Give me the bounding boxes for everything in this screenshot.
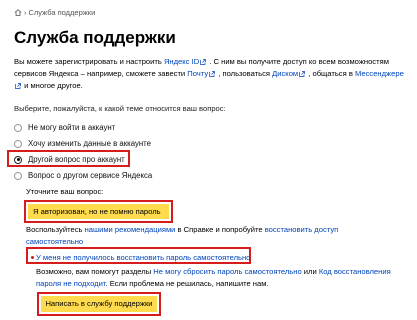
support-page: › Служба поддержки Служба поддержки Вы м… bbox=[0, 0, 417, 320]
messenger-link[interactable]: Мессенджере bbox=[355, 69, 404, 78]
advice-text: Воспользуйтесь нашими рекомендациями в С… bbox=[26, 224, 386, 248]
intro-text: Вы можете зарегистрировать и настроить Я… bbox=[14, 56, 406, 92]
second-select-option[interactable]: У меня не получилось восстановить пароль… bbox=[36, 252, 250, 264]
topic-option-label: Хочу изменить данные в аккаунте bbox=[28, 139, 152, 148]
intro-text-part: и многое другое. bbox=[22, 81, 83, 90]
external-link-icon bbox=[209, 71, 215, 77]
bullet-icon bbox=[31, 256, 34, 259]
external-link-icon bbox=[200, 59, 207, 65]
yandex-id-link[interactable]: Яндекс ID bbox=[164, 57, 199, 66]
cannot-reset-password-link[interactable]: Не могу сбросить пароль самостоятельно bbox=[153, 267, 301, 276]
submit-support-button[interactable]: Написать в службу поддержки bbox=[41, 296, 157, 312]
mail-link[interactable]: Почту bbox=[187, 69, 208, 78]
radio-button-checked[interactable] bbox=[14, 155, 22, 164]
clarify-select[interactable]: Я авторизован, но не помню пароль bbox=[28, 204, 169, 219]
intro-text-part: Вы можете зарегистрировать и настроить bbox=[14, 57, 164, 66]
disk-link[interactable]: Диском bbox=[272, 69, 298, 78]
intro-text-part: , общаться в bbox=[306, 69, 355, 78]
intro-text-part: , пользоваться bbox=[216, 69, 273, 78]
radio-button[interactable] bbox=[14, 139, 22, 148]
topic-option-other-service[interactable]: Вопрос о другом сервисе Яндекса bbox=[14, 171, 152, 180]
home-icon[interactable] bbox=[14, 9, 22, 16]
external-link-icon bbox=[15, 83, 21, 89]
topic-option-label: Не могу войти в аккаунт bbox=[28, 123, 116, 132]
recommendations-link[interactable]: нашими рекомендациями bbox=[85, 225, 176, 234]
advice-text-part: Воспользуйтесь bbox=[26, 225, 85, 234]
breadcrumb-separator: › bbox=[24, 8, 27, 17]
external-link-icon bbox=[299, 71, 306, 77]
help-text: Возможно, вам помогут разделы Не могу сб… bbox=[36, 266, 401, 289]
radio-button[interactable] bbox=[14, 123, 22, 132]
topic-option-label: Вопрос о другом сервисе Яндекса bbox=[28, 171, 153, 180]
page-title: Служба поддержки bbox=[14, 28, 176, 47]
topic-option-cannot-login[interactable]: Не могу войти в аккаунт bbox=[14, 123, 115, 132]
topic-option-label: Другой вопрос про аккаунт bbox=[28, 155, 125, 164]
help-text-part: Возможно, вам помогут разделы bbox=[36, 267, 154, 276]
breadcrumb-current: Служба поддержки bbox=[28, 8, 96, 17]
topic-option-other-account[interactable]: Другой вопрос про аккаунт bbox=[14, 155, 125, 164]
topic-option-change-data[interactable]: Хочу изменить данные в аккаунте bbox=[14, 139, 151, 148]
radio-button[interactable] bbox=[14, 171, 22, 180]
help-text-part: или bbox=[301, 267, 319, 276]
clarify-label: Уточните ваш вопрос: bbox=[26, 187, 104, 196]
advice-text-part: в Справке и попробуйте bbox=[175, 225, 265, 234]
topic-question: Выберите, пожалуйста, к какой теме относ… bbox=[14, 104, 226, 113]
help-text-part: . Если проблема не решилась, напишите на… bbox=[105, 278, 269, 288]
breadcrumb: › Служба поддержки bbox=[14, 8, 95, 17]
